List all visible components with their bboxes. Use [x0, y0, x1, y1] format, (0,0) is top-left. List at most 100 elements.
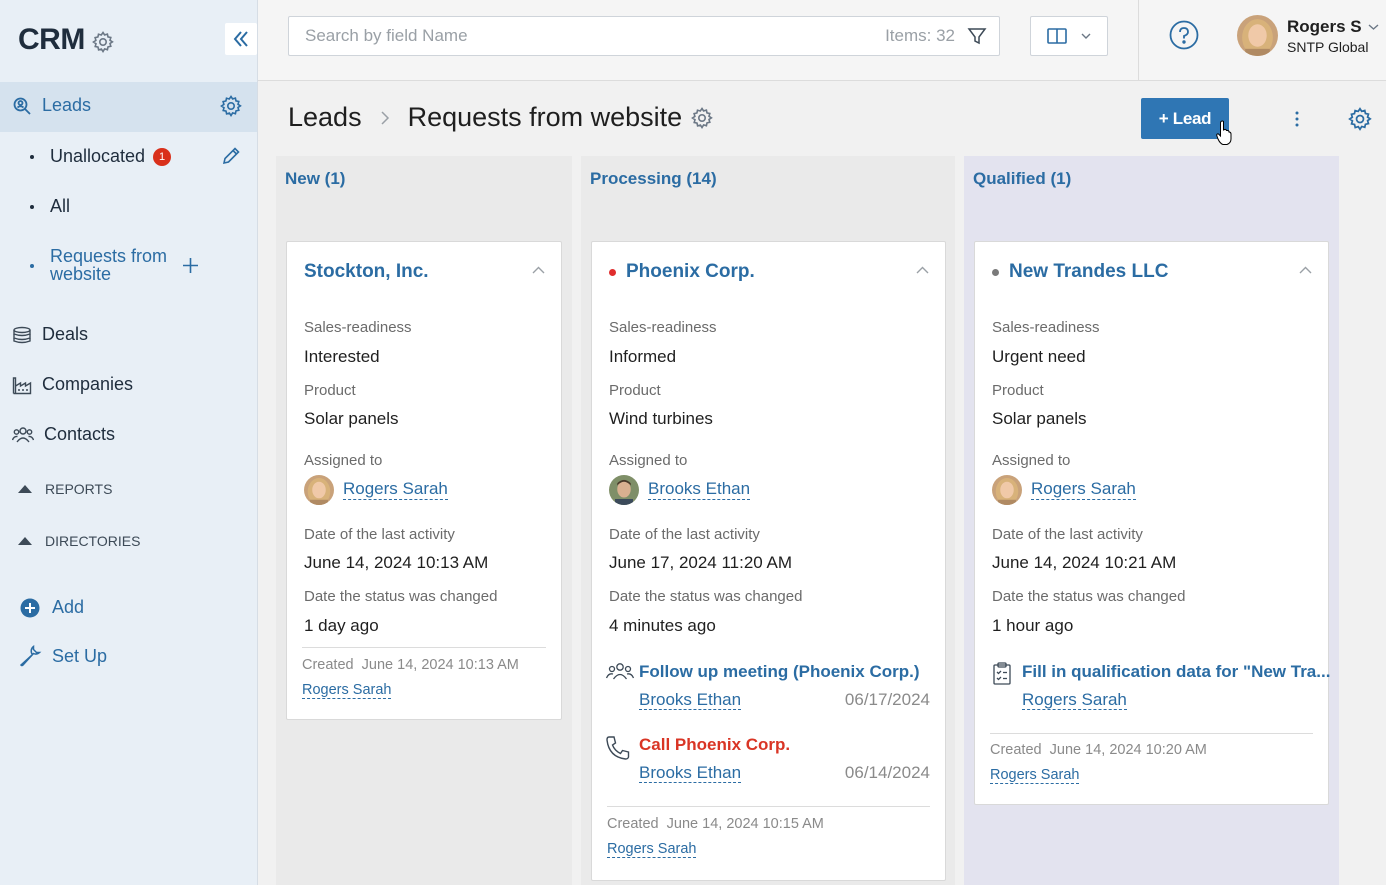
- double-chevron-left-icon: [233, 31, 248, 47]
- collapse-sidebar-button[interactable]: [225, 23, 257, 55]
- plus-circle-icon: [20, 598, 40, 617]
- help-icon[interactable]: [1169, 20, 1199, 50]
- filter-icon[interactable]: [967, 26, 987, 46]
- hand-cursor-icon: [1216, 120, 1232, 146]
- add-filter-plus-icon[interactable]: [182, 257, 199, 274]
- sidebar-header: CRM: [0, 0, 257, 80]
- app-title: CRM: [18, 23, 85, 56]
- sidebar-item-contacts[interactable]: Contacts: [12, 424, 115, 445]
- chevron-up-icon[interactable]: [1299, 266, 1312, 274]
- card-title-link[interactable]: Stockton, Inc.: [304, 261, 429, 283]
- sidebar-item-deals[interactable]: Deals: [12, 324, 88, 345]
- setup-button[interactable]: Set Up: [18, 644, 107, 668]
- kanban-column-processing: Processing (14) Phoenix Corp. Sales-read…: [581, 156, 955, 885]
- section-label: DIRECTORIES: [45, 533, 141, 549]
- breadcrumb: Leads Requests from website: [288, 102, 714, 133]
- sidebar-item-all[interactable]: All: [30, 196, 70, 217]
- search-input[interactable]: [305, 26, 886, 46]
- created-label: Created: [990, 742, 1042, 758]
- lead-card[interactable]: Phoenix Corp. Sales-readiness Informed P…: [591, 241, 946, 881]
- created-date: June 14, 2024 10:13 AM: [361, 657, 519, 673]
- app-settings-icon[interactable]: [91, 30, 115, 54]
- add-label: Add: [52, 597, 85, 617]
- creator-link[interactable]: Rogers Sarah: [990, 767, 1080, 784]
- assignee-link[interactable]: Rogers Sarah: [1031, 479, 1136, 500]
- sidebar-item-label-line2: website: [50, 264, 112, 284]
- section-reports-toggle[interactable]: REPORTS: [18, 481, 112, 497]
- divider: [607, 806, 930, 807]
- search-bar[interactable]: Items: 32: [288, 16, 1000, 56]
- sidebar-item-requests-from-website[interactable]: Requests from website: [30, 247, 167, 283]
- section-directories-toggle[interactable]: DIRECTORIES: [18, 533, 140, 549]
- sidebar-item-unallocated[interactable]: Unallocated 1: [30, 146, 172, 167]
- setup-label: Set Up: [52, 645, 108, 666]
- task-assignee-link[interactable]: Brooks Ethan: [639, 690, 742, 710]
- more-vertical-icon[interactable]: [1293, 110, 1301, 128]
- chevron-up-icon[interactable]: [916, 266, 929, 274]
- avatar: [304, 475, 334, 505]
- last-activity-value: June 17, 2024 11:20 AM: [609, 553, 793, 572]
- triangle-up-icon: [18, 537, 32, 545]
- status-dot-icon: [992, 268, 999, 276]
- sidebar-item-leads[interactable]: Leads: [12, 95, 91, 116]
- task-item[interactable]: Fill in qualification data for "New Tra.…: [988, 662, 1330, 722]
- assignee-link[interactable]: Brooks Ethan: [648, 479, 751, 500]
- field-label: Date the status was changed: [304, 588, 498, 605]
- sidebar-item-label: Leads: [42, 95, 92, 115]
- field-label: Product: [304, 382, 356, 399]
- avatar: [609, 475, 639, 505]
- breadcrumb-leads-link[interactable]: Leads: [288, 102, 362, 133]
- task-assignee-link[interactable]: Brooks Ethan: [639, 763, 742, 783]
- assignee-link[interactable]: Rogers Sarah: [343, 479, 448, 500]
- lead-card[interactable]: Stockton, Inc. Sales-readiness Intereste…: [286, 241, 562, 720]
- user-menu[interactable]: Rogers S SNTP Global: [1237, 15, 1379, 56]
- task-title-link[interactable]: Follow up meeting (Phoenix Corp.): [639, 662, 920, 682]
- task-item[interactable]: Follow up meeting (Phoenix Corp.) Brooks…: [605, 662, 930, 722]
- edit-pencil-icon[interactable]: [221, 146, 241, 166]
- card-title-link[interactable]: Phoenix Corp.: [626, 261, 755, 283]
- board-settings-icon[interactable]: [1347, 106, 1373, 132]
- status-changed-value: 1 day ago: [304, 616, 379, 635]
- creator-link[interactable]: Rogers Sarah: [607, 841, 697, 858]
- task-title-link[interactable]: Call Phoenix Corp.: [639, 735, 790, 755]
- sidebar-item-label: Unallocated: [50, 146, 146, 166]
- topbar: Items: 32 Rogers S SNTP Global: [258, 0, 1386, 81]
- chevron-up-icon[interactable]: [532, 266, 545, 274]
- field-label: Sales-readiness: [992, 319, 1100, 336]
- created-label: Created: [302, 657, 354, 673]
- chevron-down-icon: [1368, 23, 1379, 30]
- task-assignee-link[interactable]: Rogers Sarah: [1022, 690, 1127, 710]
- task-item[interactable]: Call Phoenix Corp. Brooks Ethan 06/14/20…: [605, 735, 930, 795]
- sidebar-item-companies[interactable]: Companies: [12, 374, 133, 395]
- status-changed-value: 4 minutes ago: [609, 616, 716, 635]
- column-title[interactable]: Processing (14): [590, 169, 717, 189]
- avatar: [992, 475, 1022, 505]
- view-mode-button[interactable]: [1030, 16, 1108, 56]
- column-title[interactable]: Qualified (1): [973, 169, 1071, 189]
- sidebar-item-label: All: [50, 196, 71, 216]
- wrench-icon: [19, 645, 42, 667]
- field-label: Assigned to: [992, 452, 1071, 469]
- bullet-icon: [30, 154, 34, 159]
- sidebar-item-label-line1: Requests from: [50, 246, 168, 266]
- sales-readiness-value: Interested: [304, 347, 380, 366]
- card-title-link[interactable]: New Trandes LLC: [1009, 261, 1168, 283]
- creator-link[interactable]: Rogers Sarah: [302, 682, 392, 699]
- sales-readiness-value: Informed: [609, 347, 677, 366]
- sidebar: CRM Leads Unallocated 1 All Requests fro…: [0, 0, 258, 885]
- clipboard-icon: [992, 662, 1014, 686]
- kanban-column-new: New (1) Stockton, Inc. Sales-readiness I…: [276, 156, 572, 885]
- add-button[interactable]: Add: [20, 597, 84, 618]
- triangle-up-icon: [18, 485, 32, 493]
- field-label: Product: [609, 382, 661, 399]
- column-title[interactable]: New (1): [285, 169, 345, 189]
- field-label: Assigned to: [609, 452, 688, 469]
- group-meeting-icon: [605, 662, 635, 686]
- divider: [302, 647, 546, 648]
- field-label: Product: [992, 382, 1044, 399]
- leads-settings-icon[interactable]: [219, 94, 243, 118]
- task-title-link[interactable]: Fill in qualification data for "New Tra.…: [1022, 662, 1330, 682]
- page-title-settings-icon[interactable]: [690, 106, 714, 130]
- sidebar-item-label: Contacts: [44, 424, 116, 444]
- lead-card[interactable]: New Trandes LLC Sales-readiness Urgent n…: [974, 241, 1330, 805]
